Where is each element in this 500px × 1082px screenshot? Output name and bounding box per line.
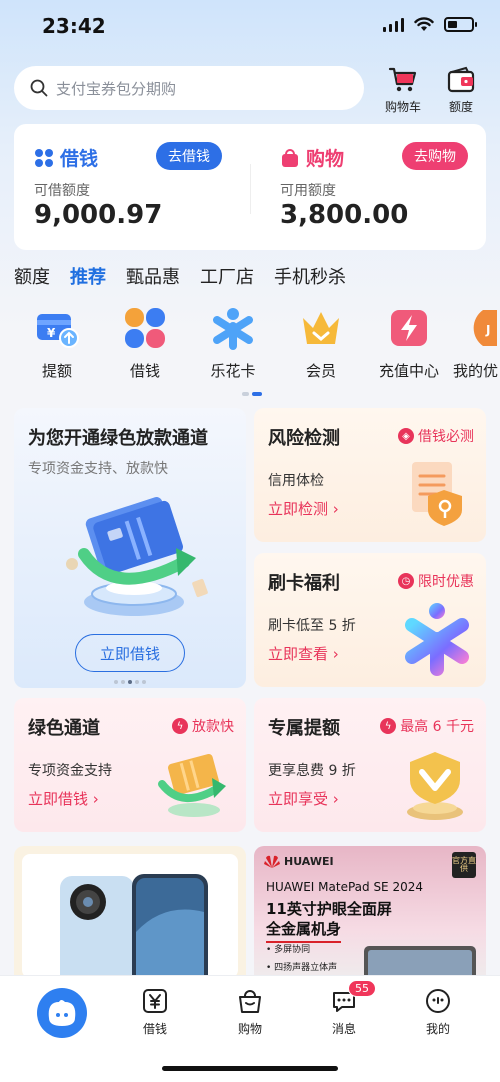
go-shop-button[interactable]: 去购物 bbox=[402, 142, 468, 170]
four-petal-icon bbox=[123, 306, 167, 350]
phone-product-image bbox=[60, 874, 208, 986]
entry-raise-limit[interactable]: ¥ 提额 bbox=[13, 306, 101, 381]
product-feature-1: • 多屏协同 bbox=[266, 945, 311, 955]
quota-label: 额度 bbox=[448, 100, 473, 114]
battery-icon bbox=[444, 17, 477, 32]
tab-selected-deals[interactable]: 甄品惠 bbox=[126, 263, 180, 289]
entry-lehua-card[interactable]: 乐花卡 bbox=[189, 306, 277, 381]
svg-text:¥: ¥ bbox=[47, 326, 56, 340]
clock-icon: ◷ bbox=[398, 573, 414, 589]
phone-product-card[interactable] bbox=[14, 846, 246, 986]
nav-shopping[interactable]: 购物 bbox=[220, 988, 280, 1037]
huawei-matepad-ad[interactable]: HUAWEI 官方直供 HUAWEI MatePad SE 2024 11英寸护… bbox=[254, 846, 486, 986]
quick-entry-grid: ¥ 提额 借钱 乐花卡 会员 充值中心 J 我的优 bbox=[0, 306, 500, 386]
wallet-icon bbox=[447, 66, 475, 93]
recharge-icon bbox=[387, 306, 431, 350]
raise-limit-icon: ¥ bbox=[35, 306, 79, 350]
loan-section[interactable]: 借钱 去借钱 可借额度 9,000.97 bbox=[14, 124, 250, 250]
banner-title: 为您开通绿色放款通道 bbox=[28, 428, 208, 449]
check-now-link[interactable]: 立即检测 › bbox=[268, 498, 339, 519]
search-bar[interactable]: 支付宝券包分期购 bbox=[14, 66, 364, 110]
lightning-icon: ϟ bbox=[380, 718, 397, 734]
status-time: 23:42 bbox=[42, 14, 106, 38]
tab-factory-store[interactable]: 工厂店 bbox=[200, 263, 254, 289]
loan-now-button[interactable]: 立即借钱 bbox=[75, 634, 185, 672]
lightning-icon: ϟ bbox=[172, 718, 188, 734]
home-mascot-icon bbox=[48, 1000, 76, 1026]
shop-section[interactable]: 购物 去购物 可用额度 3,800.00 bbox=[260, 124, 496, 250]
official-badge: 官方直供 bbox=[452, 852, 476, 878]
nav-loan[interactable]: 借钱 bbox=[125, 988, 185, 1037]
search-placeholder: 支付宝券包分期购 bbox=[56, 79, 177, 98]
status-icons bbox=[383, 17, 477, 32]
product-feature-2: • 四扬声器立体声 bbox=[266, 963, 338, 973]
card-arrow-illustration bbox=[158, 753, 226, 817]
banner-subtitle: 专项资金支持、放款快 bbox=[28, 461, 168, 477]
loan-title: 借钱 bbox=[34, 144, 98, 171]
nav-home[interactable] bbox=[37, 988, 87, 1038]
profile-icon bbox=[426, 989, 450, 1013]
risk-check-card[interactable]: 风险检测 ◈ 借钱必测 信用体检 立即检测 › bbox=[254, 408, 486, 542]
loan-limit-label: 可借额度 bbox=[34, 183, 90, 199]
view-now-link[interactable]: 立即查看 › bbox=[268, 643, 339, 664]
exclusive-quota-card[interactable]: 专属提额 ϟ 最高 6 千元 更享息费 9 折 立即享受 › bbox=[254, 698, 486, 832]
shop-limit-label: 可用额度 bbox=[280, 183, 336, 199]
enjoy-now-link[interactable]: 立即享受 › bbox=[268, 788, 339, 809]
banner-page-indicator bbox=[114, 680, 146, 684]
huawei-flower-icon bbox=[264, 855, 280, 868]
go-loan-button[interactable]: 去借钱 bbox=[156, 142, 222, 170]
credit-card-panel: 借钱 去借钱 可借额度 9,000.97 购物 去购物 可用额度 3,800.0… bbox=[14, 124, 486, 250]
shopping-bag-icon bbox=[282, 148, 298, 167]
message-count-badge: 55 bbox=[348, 980, 376, 997]
card-illustration bbox=[66, 497, 208, 616]
loan-limit-amount: 9,000.97 bbox=[34, 200, 163, 230]
nav-profile[interactable]: 我的 bbox=[408, 988, 468, 1037]
card-divider bbox=[250, 164, 251, 214]
nav-messages[interactable]: 消息 55 bbox=[314, 980, 376, 1037]
entry-membership[interactable]: 会员 bbox=[277, 306, 365, 381]
yen-icon bbox=[143, 989, 167, 1013]
huawei-logo: HUAWEI bbox=[264, 854, 334, 868]
cart-label: 购物车 bbox=[384, 100, 421, 114]
product-model: HUAWEI MatePad SE 2024 bbox=[266, 880, 423, 894]
lehua-card-icon bbox=[211, 306, 255, 350]
green-channel-card[interactable]: 绿色通道 ϟ 放款快 专项资金支持 立即借钱 › bbox=[14, 698, 246, 832]
green-loan-now-link[interactable]: 立即借钱 › bbox=[28, 788, 99, 809]
home-indicator bbox=[162, 1066, 338, 1071]
shopping-bag-icon bbox=[239, 990, 261, 1013]
green-channel-banner[interactable]: 为您开通绿色放款通道 专项资金支持、放款快 立即借钱 bbox=[14, 408, 246, 688]
shield-icon: ◈ bbox=[398, 428, 414, 444]
product-headline-2: 全金属机身 bbox=[266, 918, 342, 943]
wifi-icon bbox=[414, 17, 434, 31]
lehua-3d-icon bbox=[405, 603, 469, 676]
cart-button[interactable]: 购物车 bbox=[378, 66, 428, 115]
category-tabs: 额度 推荐 甄品惠 工厂店 手机秒杀 bbox=[14, 263, 346, 289]
grid-page-indicator bbox=[242, 392, 262, 396]
tab-recommend[interactable]: 推荐 bbox=[70, 263, 106, 289]
cellular-signal-icon bbox=[383, 17, 404, 32]
document-shield-icon bbox=[412, 462, 462, 526]
entry-recharge-center[interactable]: 充值中心 bbox=[365, 306, 453, 381]
shopping-cart-icon bbox=[388, 67, 417, 92]
tab-phone-flash-sale[interactable]: 手机秒杀 bbox=[274, 263, 346, 289]
card-welfare-card[interactable]: 刷卡福利 ◷ 限时优惠 刷卡低至 5 折 立即查看 › bbox=[254, 553, 486, 687]
shop-title: 购物 bbox=[280, 144, 344, 171]
svg-text:J: J bbox=[485, 323, 490, 337]
gold-shield-icon bbox=[407, 752, 463, 820]
coupon-icon: J bbox=[453, 306, 497, 350]
entry-my-coupons[interactable]: J 我的优 bbox=[453, 306, 500, 381]
product-headline-1: 11英寸护眼全面屏 bbox=[266, 900, 392, 918]
search-icon bbox=[30, 79, 48, 97]
four-petal-icon bbox=[35, 148, 53, 167]
quota-button[interactable]: 额度 bbox=[436, 66, 486, 115]
tab-quota[interactable]: 额度 bbox=[14, 263, 50, 289]
shop-limit-amount: 3,800.00 bbox=[280, 200, 409, 230]
crown-icon bbox=[299, 306, 343, 350]
entry-loan[interactable]: 借钱 bbox=[101, 306, 189, 381]
